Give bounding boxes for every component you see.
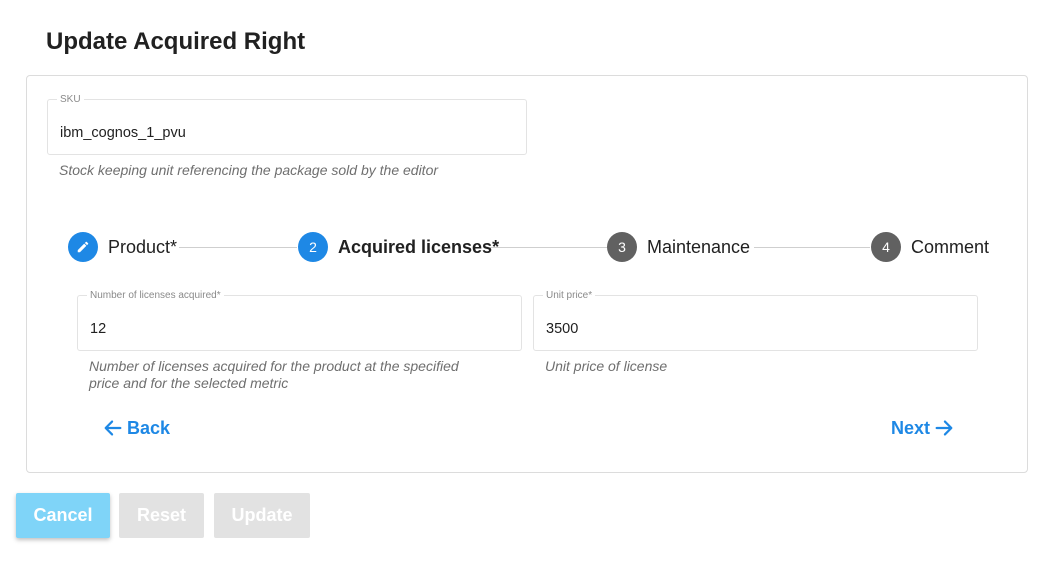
licenses-acquired-hint: Number of licenses acquired for the prod… — [89, 358, 459, 392]
arrow-right-icon — [933, 417, 955, 439]
hint-line: Number of licenses acquired for the prod… — [89, 358, 459, 374]
arrow-left-icon — [102, 417, 124, 439]
unit-price-value: 3500 — [546, 321, 579, 337]
sku-field[interactable]: SKU ibm_cognos_1_pvu — [47, 93, 527, 155]
step-number: 4 — [871, 232, 901, 262]
hint-line: price and for the selected metric — [89, 375, 289, 391]
page-title: Update Acquired Right — [46, 28, 306, 55]
unit-price-field[interactable]: Unit price* 3500 — [533, 289, 978, 351]
reset-button[interactable]: Reset — [119, 493, 204, 538]
sku-value: ibm_cognos_1_pvu — [60, 125, 186, 141]
step-comment[interactable]: 4 Comment — [871, 232, 989, 262]
licenses-acquired-field[interactable]: Number of licenses acquired* 12 — [77, 289, 522, 351]
step-label: Maintenance — [647, 236, 751, 257]
sku-hint: Stock keeping unit referencing the packa… — [59, 162, 439, 178]
unit-price-hint: Unit price of license — [545, 358, 668, 374]
acquired-right-form-card: SKU ibm_cognos_1_pvu Stock keeping unit … — [26, 75, 1028, 473]
step-number: 2 — [298, 232, 328, 262]
back-button[interactable]: Back — [102, 417, 170, 439]
update-button[interactable]: Update — [214, 493, 310, 538]
step-number: 3 — [607, 232, 637, 262]
step-connector — [179, 247, 297, 248]
licenses-acquired-label: Number of licenses acquired* — [87, 289, 224, 302]
step-product[interactable]: Product* — [68, 232, 177, 262]
next-button[interactable]: Next — [891, 417, 955, 439]
pencil-icon — [68, 232, 98, 262]
licenses-acquired-value: 12 — [90, 321, 107, 337]
step-label: Comment — [911, 236, 990, 257]
next-label: Next — [891, 417, 931, 438]
step-connector — [754, 247, 870, 248]
step-label: Product* — [108, 236, 178, 257]
step-maintenance[interactable]: 3 Maintenance — [607, 232, 750, 262]
step-connector — [490, 247, 607, 248]
step-acquired-licenses[interactable]: 2 Acquired licenses* — [298, 232, 499, 262]
step-label: Acquired licenses* — [338, 236, 500, 257]
unit-price-label: Unit price* — [543, 289, 596, 302]
back-label: Back — [127, 417, 171, 438]
cancel-button[interactable]: Cancel — [16, 493, 110, 538]
sku-label: SKU — [57, 93, 84, 106]
